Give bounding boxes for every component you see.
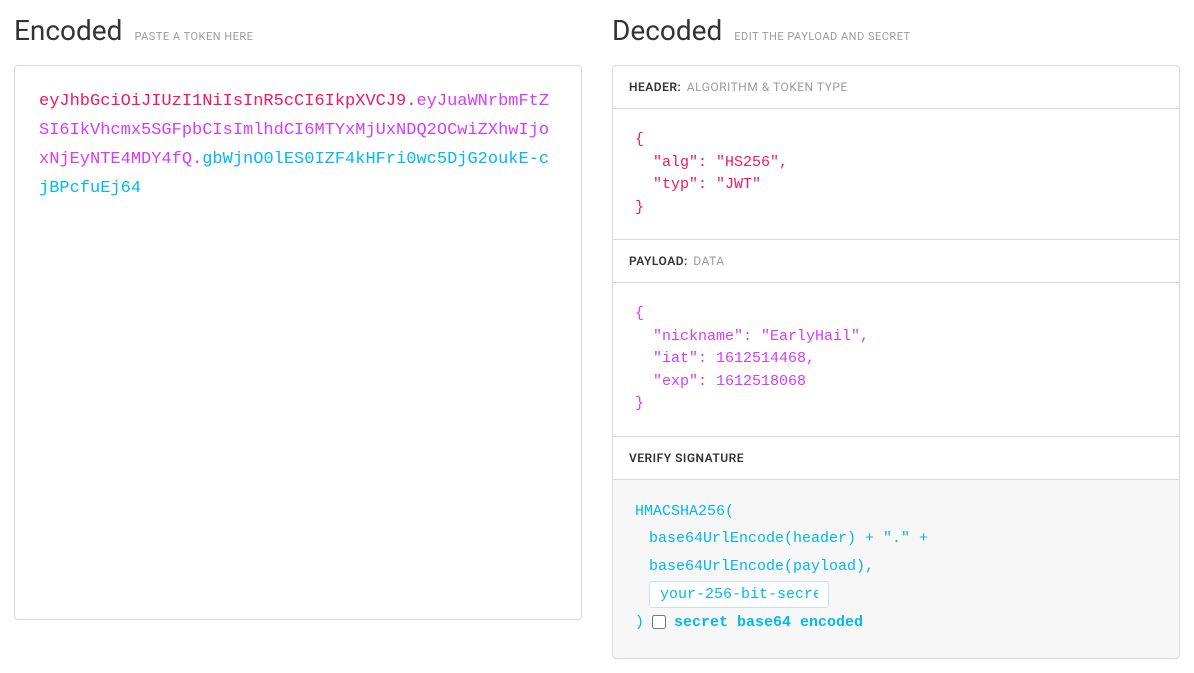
decoded-column: Decoded EDIT THE PAYLOAD AND SECRET HEAD… [612, 14, 1180, 659]
sig-func: HMACSHA256( [635, 498, 1157, 526]
signature-section: VERIFY SIGNATURE HMACSHA256( base64UrlEn… [613, 436, 1179, 659]
header-json[interactable]: { "alg": "HS256", "typ": "JWT" } [613, 108, 1179, 239]
encoded-title: Encoded [14, 14, 122, 47]
sig-line-1: base64UrlEncode(header) + "." + [635, 525, 1157, 553]
decoded-panel: HEADER: ALGORITHM & TOKEN TYPE { "alg": … [612, 65, 1180, 659]
secret-base64-checkbox[interactable] [652, 615, 666, 629]
payload-section-head: PAYLOAD: DATA [613, 240, 1179, 282]
header-section: HEADER: ALGORITHM & TOKEN TYPE { "alg": … [613, 66, 1179, 239]
token-dot: . [406, 92, 416, 111]
token-dot: . [192, 150, 202, 169]
sig-close-paren: ) [635, 609, 644, 637]
payload-label: PAYLOAD: [629, 254, 688, 268]
secret-base64-label[interactable]: secret base64 encoded [674, 609, 863, 637]
header-label: HEADER: [629, 80, 681, 94]
encoded-token-box[interactable]: eyJhbGciOiJIUzI1NiIsInR5cCI6IkpXVCJ9.eyJ… [14, 65, 582, 620]
header-hint: ALGORITHM & TOKEN TYPE [687, 80, 848, 94]
signature-section-head: VERIFY SIGNATURE [613, 437, 1179, 479]
payload-section: PAYLOAD: DATA { "nickname": "EarlyHail",… [613, 239, 1179, 436]
encoded-subtitle: PASTE A TOKEN HERE [134, 30, 253, 43]
decoded-subtitle: EDIT THE PAYLOAD AND SECRET [734, 30, 910, 43]
header-section-head: HEADER: ALGORITHM & TOKEN TYPE [613, 66, 1179, 108]
decoded-heading: Decoded EDIT THE PAYLOAD AND SECRET [612, 14, 1180, 47]
signature-label: VERIFY SIGNATURE [629, 451, 744, 465]
decoded-title: Decoded [612, 14, 722, 47]
encoded-column: Encoded PASTE A TOKEN HERE eyJhbGciOiJIU… [14, 14, 582, 659]
sig-line-2: base64UrlEncode(payload), [635, 553, 1157, 581]
encoded-heading: Encoded PASTE A TOKEN HERE [14, 14, 582, 47]
secret-input[interactable] [649, 581, 829, 608]
payload-hint: DATA [693, 254, 724, 268]
token-header: eyJhbGciOiJIUzI1NiIsInR5cCI6IkpXVCJ9 [39, 92, 406, 111]
payload-json[interactable]: { "nickname": "EarlyHail", "iat": 161251… [613, 282, 1179, 436]
signature-body: HMACSHA256( base64UrlEncode(header) + ".… [613, 479, 1179, 659]
